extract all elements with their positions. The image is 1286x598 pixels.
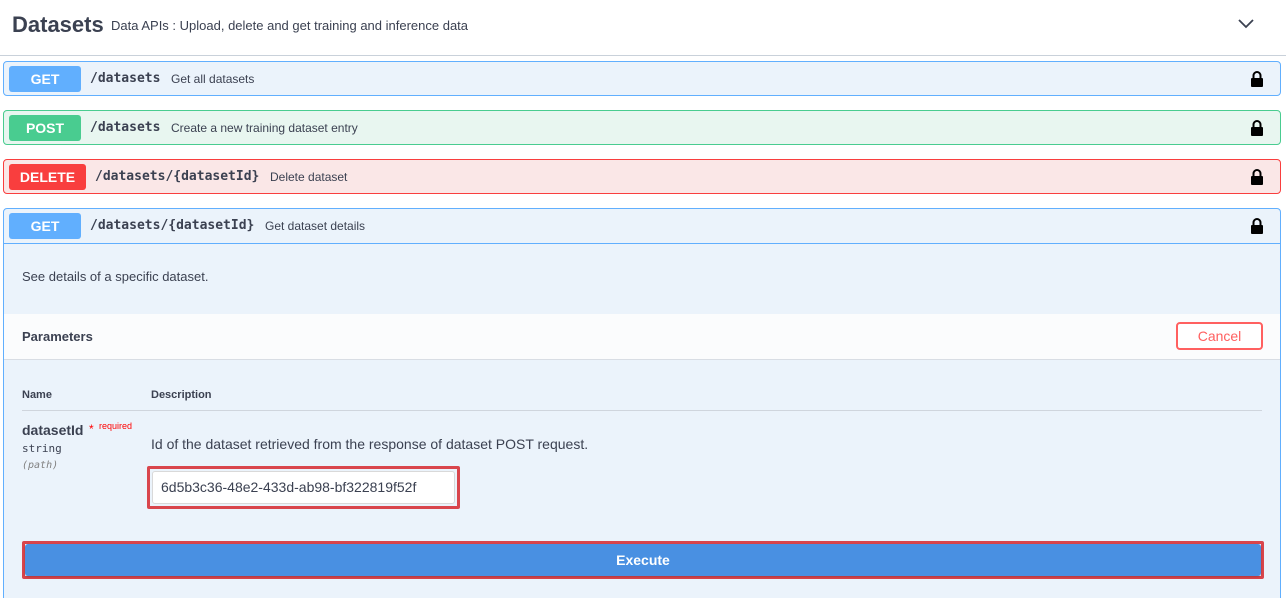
endpoint-path: /datasets [90,71,161,86]
tag-section-header[interactable]: Datasets Data APIs : Upload, delete and … [0,0,1286,56]
opblock-summary[interactable]: DELETE /datasets/{datasetId} Delete data… [4,160,1280,195]
lock-icon[interactable] [1250,168,1264,186]
required-star: * [89,422,94,436]
parameter-description: Id of the dataset retrieved from the res… [151,436,589,452]
lock-icon[interactable] [1250,217,1264,235]
endpoint-path: /datasets/{datasetId} [95,169,260,184]
lock-icon[interactable] [1250,119,1264,137]
execute-button[interactable]: Execute [25,544,1261,576]
method-badge: GET [9,213,81,239]
opblock-summary[interactable]: GET /datasets/{datasetId} Get dataset de… [4,209,1280,244]
parameter-name: datasetId [22,422,84,438]
endpoint-description: Create a new training dataset entry [171,121,358,135]
endpoint-path: /datasets/{datasetId} [90,218,255,233]
method-badge: GET [9,66,81,92]
parameters-title: Parameters [22,329,93,344]
endpoint-description: Get all datasets [171,72,255,86]
parameter-type: string [22,442,62,455]
operation-description: See details of a specific dataset. [22,269,209,284]
section-subtitle: Data APIs : Upload, delete and get train… [111,18,469,33]
cancel-button[interactable]: Cancel [1176,322,1263,350]
dataset-id-input[interactable]: 6d5b3c36-48e2-433d-ab98-bf322819f52f [152,471,455,504]
endpoint-description: Delete dataset [270,170,348,184]
lock-icon[interactable] [1250,70,1264,88]
parameter-location: (path) [22,460,59,471]
chevron-down-icon[interactable] [1236,14,1256,34]
section-title: Datasets [12,12,104,37]
method-badge: POST [9,115,81,141]
table-divider [22,410,1262,411]
endpoint-description: Get dataset details [265,219,366,233]
opblock-delete-dataset[interactable]: DELETE /datasets/{datasetId} Delete data… [3,159,1281,194]
opblock-summary[interactable]: POST /datasets Create a new training dat… [4,111,1280,146]
endpoint-path: /datasets [90,120,161,135]
column-header-name: Name [22,389,52,401]
method-badge: DELETE [9,164,86,190]
opblock-post-datasets[interactable]: POST /datasets Create a new training dat… [3,110,1281,145]
opblock-get-dataset-details: GET /datasets/{datasetId} Get dataset de… [3,208,1281,598]
required-label: required [99,421,133,431]
opblock-get-datasets[interactable]: GET /datasets Get all datasets [3,61,1281,96]
opblock-summary[interactable]: GET /datasets Get all datasets [4,62,1280,97]
column-header-description: Description [151,389,212,401]
parameters-header: Parameters Cancel [4,314,1280,360]
